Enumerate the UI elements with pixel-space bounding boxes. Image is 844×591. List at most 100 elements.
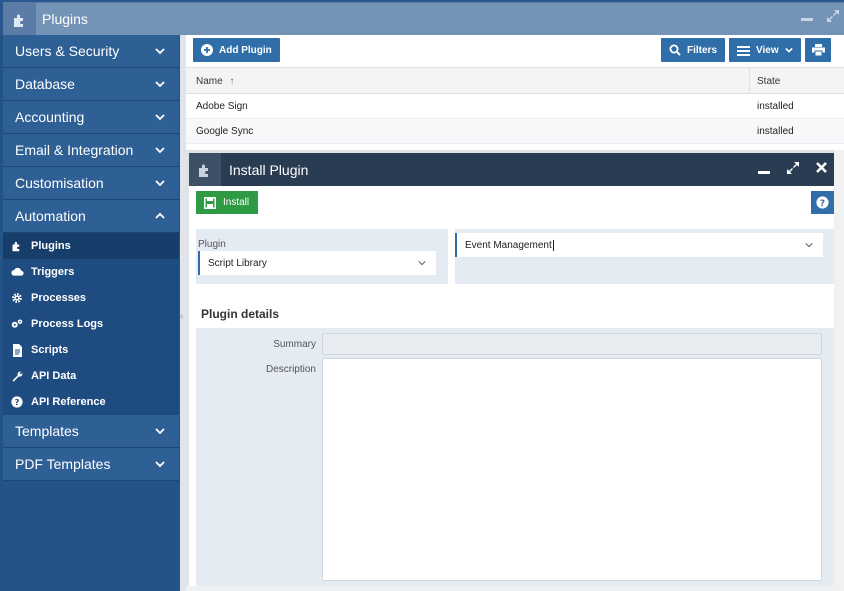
chevron-up-icon bbox=[155, 212, 165, 219]
window-titlebar: Plugins bbox=[0, 0, 844, 36]
sidebar-item-users-security[interactable]: Users & Security bbox=[3, 35, 179, 68]
plugin-select-panel: Plugin Script Library bbox=[196, 229, 448, 284]
list-icon bbox=[737, 45, 750, 56]
sidebar-item-email-integration[interactable]: Email & Integration bbox=[3, 134, 179, 167]
cell-name: Google Sync bbox=[196, 126, 254, 137]
plugin-option-panel: Event Management bbox=[455, 229, 835, 284]
sort-ascending-icon: ↑ bbox=[229, 76, 235, 87]
cell-state: installed bbox=[757, 101, 794, 112]
sidebar-item-database[interactable]: Database bbox=[3, 68, 179, 101]
sidebar-subitem-label: API Data bbox=[31, 370, 77, 382]
minimize-icon[interactable] bbox=[800, 9, 814, 26]
document-icon bbox=[9, 343, 25, 357]
chevron-down-icon bbox=[155, 81, 165, 88]
cell-state: installed bbox=[757, 126, 794, 137]
app-window: Plugins Users & Security Database Accoun… bbox=[0, 0, 844, 591]
description-label: Description bbox=[265, 364, 316, 375]
chevron-down-icon bbox=[784, 46, 793, 54]
sidebar-item-label: Database bbox=[15, 76, 75, 92]
toolbar: Add Plugin Filters View bbox=[186, 35, 844, 67]
sidebar-item-scripts[interactable]: Scripts bbox=[3, 337, 179, 363]
filters-button[interactable]: Filters bbox=[661, 38, 726, 62]
summary-field[interactable] bbox=[322, 333, 822, 355]
svg-text:?: ? bbox=[820, 199, 825, 209]
dialog-title: Install Plugin bbox=[229, 162, 309, 178]
save-icon bbox=[204, 196, 216, 209]
sidebar-item-processes[interactable]: Processes bbox=[3, 285, 179, 311]
puzzle-icon bbox=[9, 239, 25, 253]
table-header: Name ↑ State bbox=[186, 67, 844, 94]
install-button[interactable]: Install bbox=[196, 191, 258, 214]
sidebar-item-triggers[interactable]: Triggers bbox=[3, 259, 179, 285]
close-icon[interactable] bbox=[815, 161, 828, 178]
cloud-icon bbox=[9, 265, 25, 279]
table-row[interactable]: Google Sync installed bbox=[186, 119, 844, 144]
sidebar-item-api-reference[interactable]: ? API Reference bbox=[3, 389, 179, 415]
dialog-header: Install Plugin bbox=[189, 153, 837, 186]
gear-icon bbox=[9, 291, 25, 305]
chevron-down-icon bbox=[155, 180, 165, 187]
chevron-down-icon bbox=[155, 428, 165, 435]
chevron-down-icon bbox=[155, 461, 165, 468]
sidebar-item-label: Email & Integration bbox=[15, 142, 134, 158]
plugin-details-heading: Plugin details bbox=[201, 307, 280, 321]
add-plugin-button[interactable]: Add Plugin bbox=[193, 38, 280, 62]
maximize-icon[interactable] bbox=[786, 161, 800, 179]
view-button[interactable]: View bbox=[729, 38, 801, 62]
plus-circle-icon bbox=[201, 44, 213, 56]
summary-label: Summary bbox=[273, 339, 316, 350]
dialog-body: Install ? Plugin Script Library Event Ma… bbox=[189, 186, 837, 591]
automation-submenu: Plugins Triggers Processes Process Logs … bbox=[3, 233, 179, 415]
sidebar-item-pdf-templates[interactable]: PDF Templates bbox=[3, 448, 179, 481]
chevron-down-icon bbox=[155, 114, 165, 121]
sidebar-item-plugins[interactable]: Plugins bbox=[3, 233, 179, 259]
sidebar-item-accounting[interactable]: Accounting bbox=[3, 101, 179, 134]
sidebar-item-label: Accounting bbox=[15, 109, 85, 125]
sidebar-subitem-label: Scripts bbox=[31, 344, 69, 356]
sidebar-item-label: Automation bbox=[15, 208, 86, 224]
sidebar-subitem-label: API Reference bbox=[31, 396, 106, 408]
sidebar-item-customisation[interactable]: Customisation bbox=[3, 167, 179, 200]
text-cursor bbox=[552, 239, 554, 251]
sidebar: Users & Security Database Accounting Ema… bbox=[0, 35, 180, 591]
help-button[interactable]: ? bbox=[811, 191, 834, 214]
minimize-icon[interactable] bbox=[757, 161, 771, 179]
wrench-icon bbox=[9, 369, 25, 383]
scrollbar[interactable] bbox=[834, 150, 844, 591]
sidebar-item-automation[interactable]: Automation bbox=[3, 200, 179, 233]
chevron-down-icon bbox=[805, 243, 813, 248]
sidebar-item-api-data[interactable]: API Data bbox=[3, 363, 179, 389]
printer-icon bbox=[811, 44, 825, 56]
sidebar-item-label: Templates bbox=[15, 423, 79, 439]
puzzle-icon bbox=[3, 3, 36, 36]
chevron-down-icon bbox=[418, 261, 426, 266]
description-field[interactable] bbox=[322, 358, 822, 581]
sidebar-item-label: Customisation bbox=[15, 175, 104, 191]
sidebar-item-process-logs[interactable]: Process Logs bbox=[3, 311, 179, 337]
search-icon bbox=[669, 44, 681, 56]
sidebar-item-templates[interactable]: Templates bbox=[3, 415, 179, 448]
chevron-left-icon: ‹ bbox=[180, 311, 184, 322]
sidebar-subitem-label: Plugins bbox=[31, 240, 71, 252]
plugin-select[interactable]: Script Library bbox=[198, 251, 436, 275]
window-title: Plugins bbox=[42, 11, 88, 27]
print-button[interactable] bbox=[805, 38, 831, 62]
plugin-details-panel: Summary Description bbox=[196, 328, 834, 591]
table-row[interactable]: Adobe Sign installed bbox=[186, 94, 844, 119]
gears-icon bbox=[9, 317, 25, 331]
column-header-state[interactable]: State bbox=[757, 76, 780, 87]
chevron-down-icon bbox=[155, 48, 165, 55]
svg-text:?: ? bbox=[15, 397, 20, 407]
plugin-option-select[interactable]: Event Management bbox=[455, 233, 823, 257]
column-header-name[interactable]: Name ↑ bbox=[196, 76, 234, 87]
chevron-down-icon bbox=[155, 147, 165, 154]
plugin-label: Plugin bbox=[198, 239, 226, 250]
cell-name: Adobe Sign bbox=[196, 101, 248, 112]
install-plugin-dialog: Install Plugin Install ? Plugin Script L… bbox=[186, 150, 840, 591]
sidebar-item-label: Users & Security bbox=[15, 43, 120, 59]
question-icon: ? bbox=[9, 395, 25, 409]
sidebar-subitem-label: Processes bbox=[31, 292, 87, 304]
puzzle-icon bbox=[189, 153, 221, 186]
maximize-icon[interactable] bbox=[826, 9, 840, 26]
question-icon: ? bbox=[816, 196, 829, 209]
